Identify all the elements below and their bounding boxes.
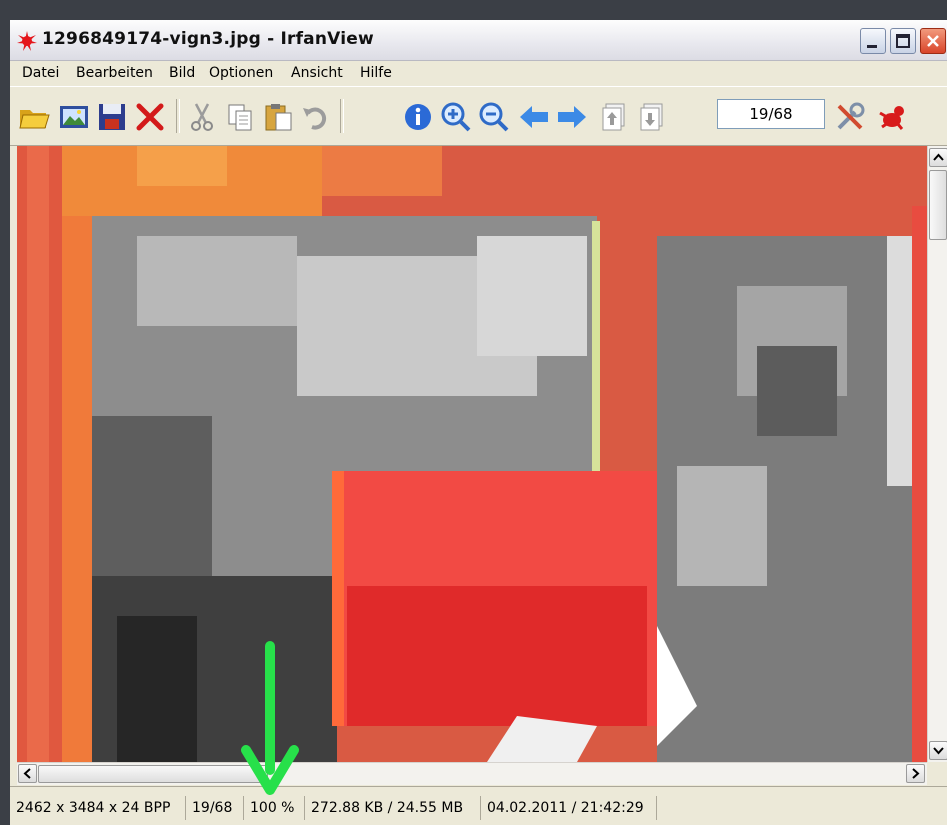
close-button[interactable] [920, 28, 946, 54]
save-icon[interactable] [96, 101, 128, 133]
close-icon [927, 35, 939, 47]
chevron-down-icon [933, 747, 944, 755]
scrollbar-corner [927, 762, 947, 784]
toolbar: 19/68 [10, 86, 947, 146]
window-title: 1296849174-vign3.jpg - IrfanView [42, 29, 374, 49]
menu-bar: Datei Bearbeiten Bild Optionen Ansicht H… [10, 61, 947, 85]
menu-bild[interactable]: Bild [169, 65, 195, 81]
copy-icon[interactable] [224, 101, 256, 133]
scroll-up-button[interactable] [929, 148, 947, 167]
zoom-out-icon[interactable] [478, 101, 510, 133]
status-datetime: 04.02.2011 / 21:42:29 [481, 796, 657, 820]
vertical-scroll-thumb[interactable] [929, 170, 947, 240]
settings-icon[interactable] [834, 101, 866, 133]
zoom-in-icon[interactable] [440, 101, 472, 133]
maximize-button[interactable] [890, 28, 916, 54]
toolbar-separator [340, 99, 344, 133]
previous-icon[interactable] [518, 101, 550, 133]
irfanview-app-icon [16, 30, 38, 52]
cut-icon[interactable] [186, 101, 218, 133]
toolbar-separator [176, 99, 180, 133]
info-icon[interactable] [402, 101, 434, 133]
next-icon[interactable] [556, 101, 588, 133]
irfanview-window: 1296849174-vign3.jpg - IrfanView Datei B… [10, 20, 947, 825]
last-page-icon[interactable] [636, 101, 668, 133]
menu-hilfe[interactable]: Hilfe [360, 65, 392, 81]
thumbnails-icon[interactable] [58, 101, 90, 133]
open-folder-icon[interactable] [18, 101, 50, 133]
page-counter-field[interactable]: 19/68 [717, 99, 825, 129]
status-dimensions: 2462 x 3484 x 24 BPP [10, 796, 186, 820]
menu-bearbeiten[interactable]: Bearbeiten [76, 65, 153, 81]
status-position: 19/68 [186, 796, 244, 820]
undo-icon[interactable] [300, 101, 332, 133]
scroll-left-button[interactable] [18, 764, 37, 783]
chevron-right-icon [912, 768, 920, 779]
menu-datei[interactable]: Datei [22, 65, 59, 81]
paste-icon[interactable] [262, 101, 294, 133]
title-bar[interactable]: 1296849174-vign3.jpg - IrfanView [10, 20, 947, 61]
image-viewport[interactable] [17, 146, 927, 762]
irfanview-icon[interactable] [876, 101, 908, 133]
chevron-up-icon [933, 153, 944, 161]
chevron-left-icon [23, 768, 31, 779]
menu-optionen[interactable]: Optionen [209, 65, 273, 81]
maximize-icon [896, 34, 910, 48]
vertical-scrollbar[interactable] [927, 146, 947, 762]
horizontal-scrollbar[interactable] [17, 762, 927, 785]
scroll-down-button[interactable] [929, 741, 947, 760]
displayed-image [17, 146, 927, 762]
first-page-icon[interactable] [598, 101, 630, 133]
menu-ansicht[interactable]: Ansicht [291, 65, 343, 81]
scroll-right-button[interactable] [906, 764, 925, 783]
status-file-size: 272.88 KB / 24.55 MB [305, 796, 481, 820]
minimize-icon [867, 45, 877, 48]
delete-icon[interactable] [134, 101, 166, 133]
status-bar: 2462 x 3484 x 24 BPP 19/68 100 % 272.88 … [10, 786, 947, 825]
horizontal-scroll-thumb[interactable] [38, 765, 268, 783]
green-arrow-annotation-icon [241, 641, 299, 795]
minimize-button[interactable] [860, 28, 886, 54]
